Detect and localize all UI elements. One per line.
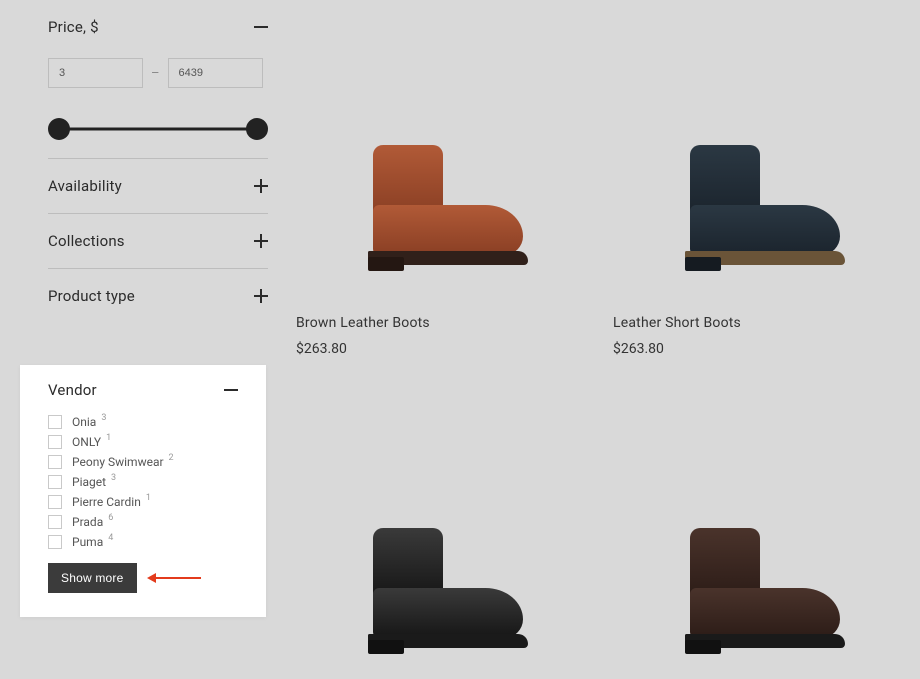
filter-price-body: –: [48, 58, 268, 140]
filter-collections-header[interactable]: Collections: [48, 232, 268, 250]
vendor-item-count: 6: [108, 513, 113, 523]
product-card[interactable]: [613, 378, 896, 679]
vendor-item-label: Onia: [72, 415, 96, 429]
vendor-item[interactable]: ONLY 1: [48, 435, 238, 449]
product-price: $263.80: [613, 341, 896, 357]
vendor-item[interactable]: Peony Swimwear 2: [48, 455, 238, 469]
product-price: $263.80: [296, 341, 579, 357]
vendor-item[interactable]: Puma 4: [48, 535, 238, 549]
price-min-input[interactable]: [48, 58, 143, 88]
filter-availability: Availability: [48, 159, 268, 214]
vendor-item-label: Puma: [72, 535, 103, 549]
vendor-item-count: 4: [108, 533, 113, 543]
filter-product-type-label: Product type: [48, 287, 135, 305]
checkbox[interactable]: [48, 455, 62, 469]
slider-handle-min[interactable]: [48, 118, 70, 140]
slider-handle-max[interactable]: [246, 118, 268, 140]
slider-track: [58, 128, 258, 131]
vendor-item[interactable]: Onia 3: [48, 415, 238, 429]
product-card[interactable]: [296, 378, 579, 679]
checkbox[interactable]: [48, 435, 62, 449]
filter-product-type-header[interactable]: Product type: [48, 287, 268, 305]
checkbox[interactable]: [48, 535, 62, 549]
annotation-arrow: [147, 573, 201, 583]
filter-product-type: Product type: [48, 269, 268, 323]
filter-sidebar: Price, $ – Availability Collections: [48, 0, 268, 323]
filter-availability-header[interactable]: Availability: [48, 177, 268, 195]
price-max-input[interactable]: [168, 58, 263, 88]
checkbox[interactable]: [48, 415, 62, 429]
checkbox[interactable]: [48, 495, 62, 509]
filter-price-label: Price, $: [48, 18, 99, 36]
product-grid: Brown Leather Boots $263.80 Leather Shor…: [296, 0, 896, 679]
collapse-icon: [254, 20, 268, 34]
vendor-item-label: Pierre Cardin: [72, 495, 141, 509]
collapse-icon: [224, 383, 238, 397]
vendor-item-count: 1: [106, 433, 111, 443]
vendor-item[interactable]: Pierre Cardin 1: [48, 495, 238, 509]
product-image: [613, 0, 896, 315]
vendor-label: Vendor: [48, 381, 97, 399]
filter-price-header[interactable]: Price, $: [48, 18, 268, 36]
vendor-list: Onia 3 ONLY 1 Peony Swimwear 2 Piaget 3 …: [48, 415, 238, 549]
vendor-panel: Vendor Onia 3 ONLY 1 Peony Swimwear 2 Pi…: [20, 365, 266, 617]
checkbox[interactable]: [48, 515, 62, 529]
price-slider[interactable]: [48, 118, 268, 140]
vendor-item-count: 2: [169, 453, 174, 463]
vendor-item-label: Piaget: [72, 475, 106, 489]
expand-icon: [254, 179, 268, 193]
vendor-item-count: 1: [146, 493, 151, 503]
vendor-item-count: 3: [111, 473, 116, 483]
product-image: [296, 378, 579, 658]
filter-price: Price, $ –: [48, 0, 268, 159]
price-separator: –: [151, 66, 160, 81]
vendor-item-label: ONLY: [72, 435, 101, 449]
product-title: Leather Short Boots: [613, 315, 896, 331]
filter-collections: Collections: [48, 214, 268, 269]
show-more-button[interactable]: Show more: [48, 563, 137, 593]
expand-icon: [254, 289, 268, 303]
checkbox[interactable]: [48, 475, 62, 489]
filter-availability-label: Availability: [48, 177, 122, 195]
product-image: [613, 378, 896, 658]
vendor-item[interactable]: Prada 6: [48, 515, 238, 529]
expand-icon: [254, 234, 268, 248]
vendor-item[interactable]: Piaget 3: [48, 475, 238, 489]
vendor-header[interactable]: Vendor: [48, 381, 238, 399]
vendor-item-count: 3: [101, 413, 106, 423]
vendor-item-label: Peony Swimwear: [72, 455, 164, 469]
product-title: Brown Leather Boots: [296, 315, 579, 331]
product-card[interactable]: Brown Leather Boots $263.80: [296, 0, 579, 378]
product-image: [296, 0, 579, 315]
product-card[interactable]: Leather Short Boots $263.80: [613, 0, 896, 378]
filter-collections-label: Collections: [48, 232, 125, 250]
vendor-item-label: Prada: [72, 515, 103, 529]
